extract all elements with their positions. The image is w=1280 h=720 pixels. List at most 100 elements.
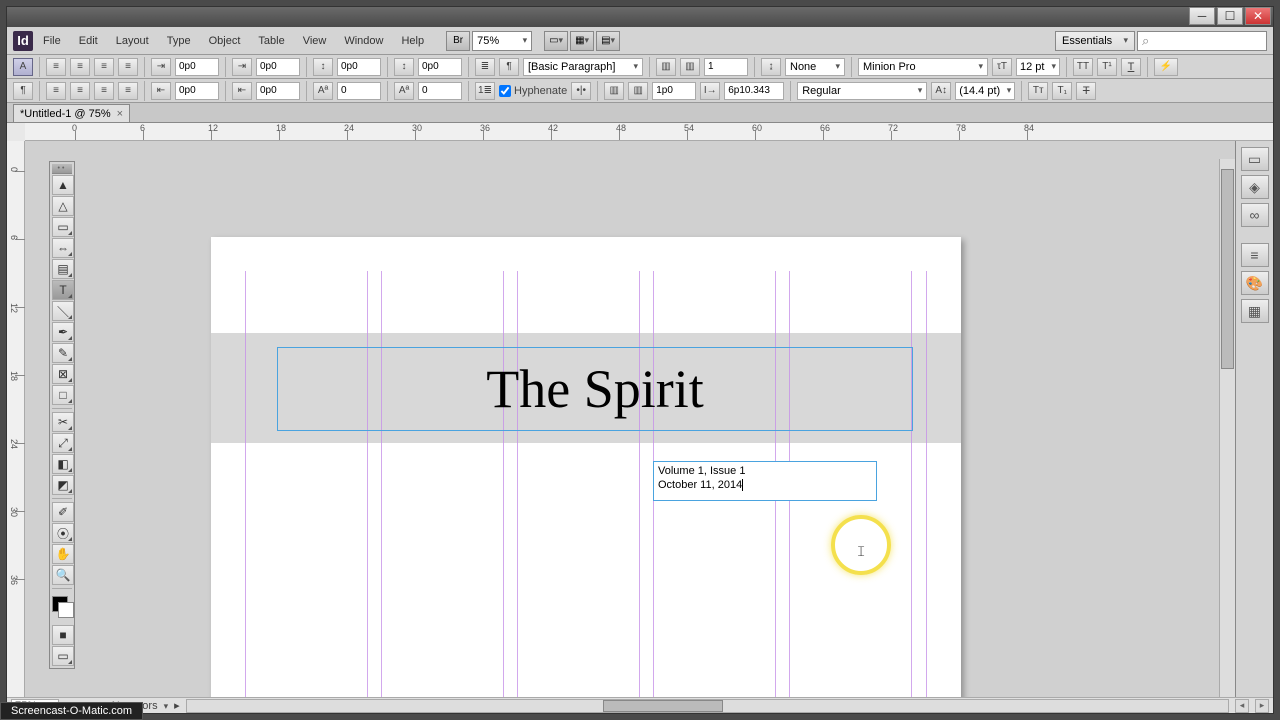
subscript-icon[interactable]: T₁ [1052, 82, 1072, 100]
font-size-select[interactable]: 12 pt [1016, 58, 1060, 76]
vertical-scrollbar[interactable] [1219, 159, 1235, 697]
left-indent-field[interactable]: 0p0 [175, 58, 219, 76]
align-left-icon[interactable]: ≡ [46, 58, 66, 76]
allcaps-icon[interactable]: TT [1073, 58, 1093, 76]
stroke-swatch[interactable] [58, 602, 74, 618]
tools-panel[interactable]: ▲ △ ▭ ⇔ ▤ T ＼ ✒ ✎ ⊠ □ ✂ ⤢ ◧ ◩ ✐ ⦿ ✋ 🔍 ■ … [49, 161, 75, 669]
menu-help[interactable]: Help [393, 31, 432, 51]
apply-color-button[interactable]: ■ [52, 625, 74, 645]
screen-mode-tool[interactable]: ▭ [52, 646, 74, 666]
strikethrough-icon[interactable]: T [1076, 82, 1096, 100]
superscript-icon[interactable]: T¹ [1097, 58, 1117, 76]
scroll-left-button[interactable]: ◂ [1235, 699, 1249, 713]
font-style-select[interactable]: Regular [797, 82, 927, 100]
split-icon[interactable]: ▥ [628, 82, 648, 100]
links-panel-icon[interactable]: ∞ [1241, 203, 1269, 227]
drop-lines-field[interactable]: 0 [337, 82, 381, 100]
free-transform-tool[interactable]: ⤢ [52, 433, 74, 453]
hyphenate-checkbox[interactable]: Hyphenate [499, 85, 567, 97]
hyph-options-icon[interactable]: •|• [571, 82, 591, 100]
vertical-scroll-thumb[interactable] [1221, 169, 1234, 369]
minimize-button[interactable]: ─ [1189, 7, 1215, 25]
align-right-icon[interactable]: ≡ [94, 58, 114, 76]
view-options-button[interactable]: ▤ [596, 31, 620, 51]
fill-stroke-swatch[interactable] [52, 596, 74, 618]
layers-panel-icon[interactable]: ◈ [1241, 175, 1269, 199]
smallcaps-icon[interactable]: Tᴛ [1028, 82, 1048, 100]
align-center-icon[interactable]: ≡ [70, 58, 90, 76]
note-tool[interactable]: ✐ [52, 502, 74, 522]
justify-right-icon[interactable]: ≡ [94, 82, 114, 100]
horizontal-ruler[interactable]: 0612182430364248546066727884 [25, 123, 1273, 141]
gap-tool[interactable]: ⇔ [52, 238, 74, 258]
menu-type[interactable]: Type [159, 31, 199, 51]
scroll-right-button[interactable]: ▸ [1255, 699, 1269, 713]
menu-table[interactable]: Table [250, 31, 292, 51]
menu-edit[interactable]: Edit [71, 31, 106, 51]
maximize-button[interactable]: ☐ [1217, 7, 1243, 25]
align-justify-icon[interactable]: ≡ [118, 58, 138, 76]
para-format-button[interactable]: ¶ [13, 82, 33, 100]
quick-apply-icon[interactable]: ⚡ [1154, 58, 1178, 76]
vertical-ruler[interactable]: 061218243036 [7, 141, 25, 697]
tools-panel-grip[interactable] [52, 164, 72, 174]
stroke-panel-icon[interactable]: ≡ [1241, 243, 1269, 267]
first-indent-field[interactable]: 0p0 [256, 58, 300, 76]
gradient-feather-tool[interactable]: ◩ [52, 475, 74, 495]
type-tool[interactable]: T [52, 280, 74, 300]
menu-object[interactable]: Object [201, 31, 249, 51]
workspace-switcher[interactable]: Essentials [1055, 31, 1135, 51]
page-tool[interactable]: ▭ [52, 217, 74, 237]
paragraph-style-select[interactable]: [Basic Paragraph] [523, 58, 643, 76]
justify-all-icon[interactable]: ≡ [118, 82, 138, 100]
horizontal-scroll-thumb[interactable] [603, 700, 723, 712]
bridge-button[interactable]: Br [446, 31, 470, 51]
last-indent-field[interactable]: 0p0 [256, 82, 300, 100]
right-indent-field[interactable]: 0p0 [175, 82, 219, 100]
font-family-select[interactable]: Minion Pro [858, 58, 988, 76]
space-before-field[interactable]: 0p0 [337, 58, 381, 76]
grid-align-select[interactable]: None [785, 58, 845, 76]
pen-tool[interactable]: ✒ [52, 322, 74, 342]
selection-tool[interactable]: ▲ [52, 175, 74, 195]
content-collector-tool[interactable]: ▤ [52, 259, 74, 279]
menu-window[interactable]: Window [336, 31, 391, 51]
rectangle-tool[interactable]: □ [52, 385, 74, 405]
document-tab[interactable]: *Untitled-1 @ 75% × [13, 104, 130, 122]
zoom-level[interactable]: 75% [472, 31, 532, 51]
gradient-swatch-tool[interactable]: ◧ [52, 454, 74, 474]
leading-select[interactable]: (14.4 pt) [955, 82, 1015, 100]
menu-view[interactable]: View [295, 31, 335, 51]
title-text-frame[interactable]: The Spirit [277, 347, 913, 431]
direct-selection-tool[interactable]: △ [52, 196, 74, 216]
numbering-icon[interactable]: 1≣ [475, 82, 495, 100]
space-after-field[interactable]: 0p0 [418, 58, 462, 76]
span-icon[interactable]: ▥ [604, 82, 624, 100]
menu-layout[interactable]: Layout [108, 31, 157, 51]
line-tool[interactable]: ＼ [52, 301, 74, 321]
preflight-menu[interactable] [164, 700, 169, 712]
screen-mode-button[interactable]: ▭ [544, 31, 568, 51]
justify-left-icon[interactable]: ≡ [46, 82, 66, 100]
bullets-icon[interactable]: ≣ [475, 58, 495, 76]
columns-field[interactable]: 1 [704, 58, 748, 76]
close-tab-icon[interactable]: × [117, 108, 123, 120]
rectangle-frame-tool[interactable]: ⊠ [52, 364, 74, 384]
horizontal-scrollbar[interactable] [186, 699, 1229, 713]
search-field[interactable] [1137, 31, 1267, 51]
columns-icon[interactable]: ▥ [656, 58, 676, 76]
char-format-button[interactable]: A [13, 58, 33, 76]
underline-icon[interactable]: T [1121, 58, 1141, 76]
hyphenate-input[interactable] [499, 85, 511, 97]
span-columns-icon[interactable]: ▥ [680, 58, 700, 76]
issue-text-frame[interactable]: Volume 1, Issue 1 October 11, 2014 [653, 461, 877, 501]
drop-chars-field[interactable]: 0 [418, 82, 462, 100]
status-open-icon[interactable]: ▸ [174, 699, 180, 712]
span-field[interactable]: 1p0 [652, 82, 696, 100]
pencil-tool[interactable]: ✎ [52, 343, 74, 363]
color-panel-icon[interactable]: 🎨 [1241, 271, 1269, 295]
canvas[interactable]: The Spirit Volume 1, Issue 1 October 11,… [25, 141, 1273, 697]
swatches-panel-icon[interactable]: ▦ [1241, 299, 1269, 323]
zoom-tool[interactable]: 🔍 [52, 565, 74, 585]
pages-panel-icon[interactable]: ▭ [1241, 147, 1269, 171]
